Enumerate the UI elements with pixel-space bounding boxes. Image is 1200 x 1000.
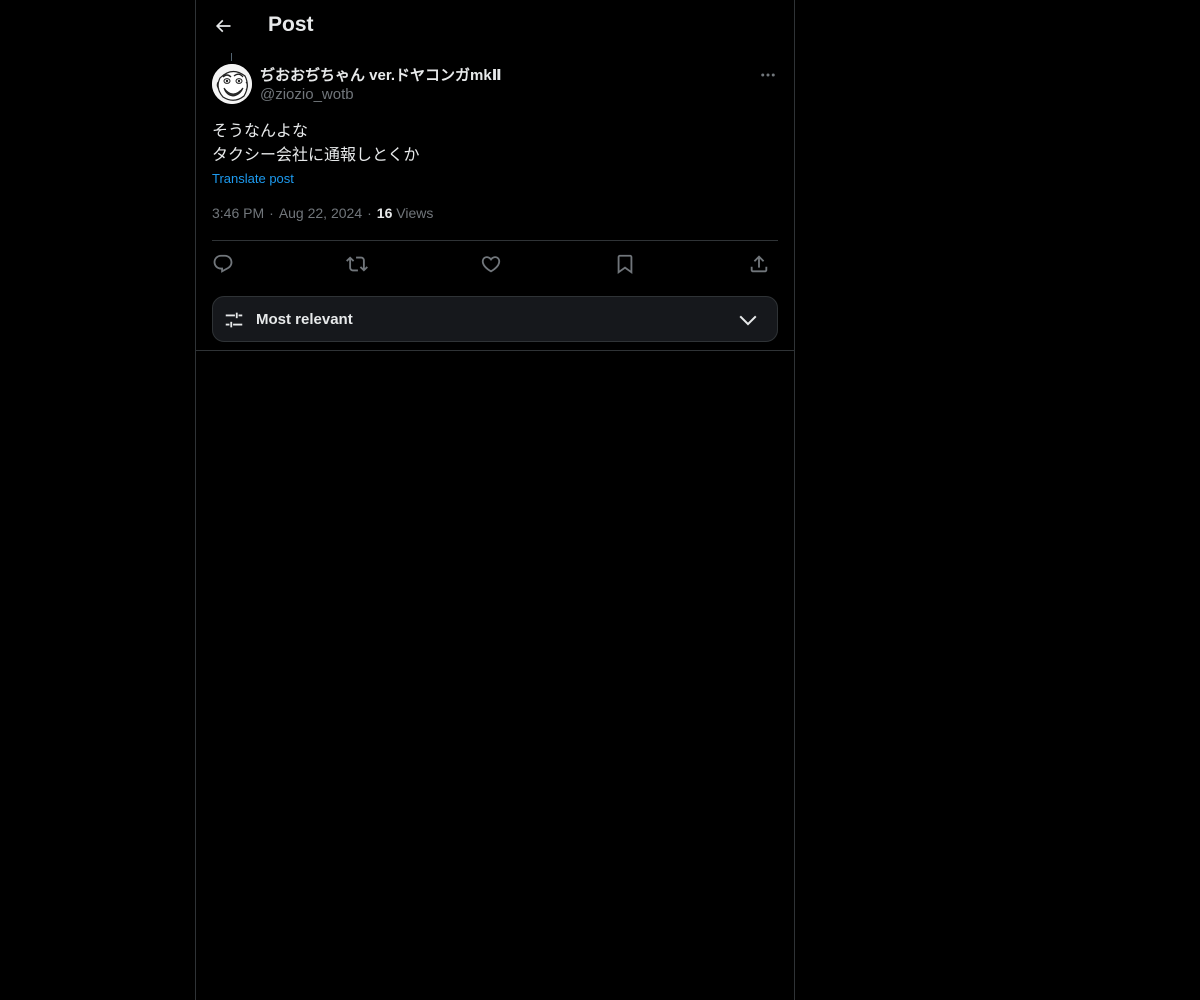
- bookmark-button[interactable]: [610, 250, 640, 278]
- divider: [212, 240, 778, 241]
- post-meta: 3:46 PM · Aug 22, 2024 · 16 Views: [212, 205, 433, 221]
- sort-label: Most relevant: [256, 311, 353, 328]
- meta-separator: ·: [367, 205, 372, 221]
- post-date[interactable]: Aug 22, 2024: [279, 205, 362, 221]
- avatar[interactable]: [212, 64, 252, 104]
- thread-line: [231, 53, 232, 61]
- section-divider: [196, 350, 794, 351]
- meta-separator: ·: [269, 205, 274, 221]
- repost-icon: [346, 256, 368, 272]
- more-horizontal-icon: [761, 73, 775, 77]
- post-text: そうなんよな タクシー会社に通報しとくか: [212, 119, 778, 167]
- chevron-down-icon: [739, 315, 757, 326]
- views-count: 16: [376, 205, 393, 221]
- share-button[interactable]: [744, 250, 774, 278]
- page-header: Post: [196, 0, 794, 53]
- translate-post-link[interactable]: Translate post: [212, 171, 294, 186]
- views-label: Views: [396, 205, 434, 221]
- share-icon: [750, 255, 768, 273]
- page-title: Post: [268, 13, 314, 36]
- post-time[interactable]: 3:46 PM: [212, 205, 264, 221]
- post-actions: [212, 250, 778, 278]
- more-options-button[interactable]: [757, 64, 779, 86]
- sort-replies-dropdown[interactable]: Most relevant: [212, 296, 778, 342]
- post-text-line: そうなんよな: [212, 121, 309, 140]
- author-handle[interactable]: @ziozio_wotb: [260, 86, 354, 103]
- bookmark-icon: [617, 254, 633, 275]
- post-text-line: タクシー会社に通報しとくか: [212, 145, 420, 164]
- repost-button[interactable]: [342, 250, 372, 278]
- arrow-left-icon: [215, 19, 231, 33]
- main-column: Post ぢおおぢちゃん ver.ドヤコンガmkⅡ @ziozio_wotb そ…: [195, 0, 795, 1000]
- author-display-name[interactable]: ぢおおぢちゃん ver.ドヤコンガmkⅡ: [260, 64, 502, 85]
- avatar-face-image: [212, 64, 252, 104]
- heart-icon: [481, 256, 501, 273]
- sliders-icon: [225, 312, 243, 328]
- reply-icon: [213, 254, 233, 273]
- back-button[interactable]: [206, 9, 240, 43]
- reply-button[interactable]: [208, 250, 238, 278]
- like-button[interactable]: [476, 250, 506, 278]
